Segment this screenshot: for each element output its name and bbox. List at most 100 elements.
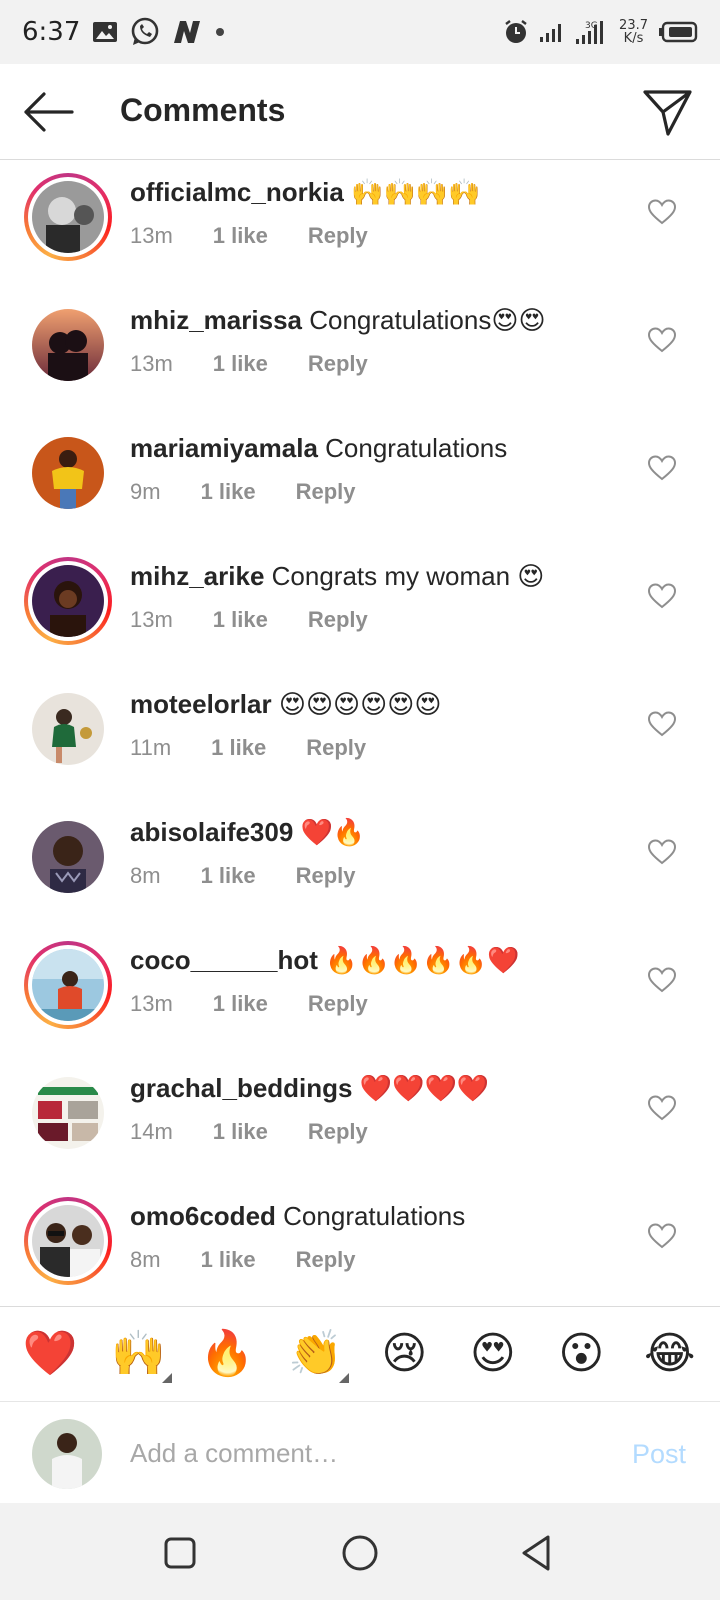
comment-text-line: abisolaife309 ❤️🔥 <box>130 817 650 848</box>
home-circle-icon[interactable] <box>338 1531 382 1575</box>
comment-meta: 8m 1 like Reply <box>130 1247 356 1273</box>
emoji-crying-button[interactable]: 😢 <box>369 1329 439 1379</box>
comment-time: 8m <box>130 863 161 888</box>
comment-username[interactable]: grachal_beddings <box>130 1073 353 1103</box>
reply-button[interactable]: Reply <box>296 863 356 889</box>
comment-meta: 13m 1 like Reply <box>130 607 368 633</box>
reply-button[interactable]: Reply <box>296 1247 356 1273</box>
comment-username[interactable]: mihz_arike <box>130 561 264 591</box>
emoji-quick-bar: ❤️ 🙌 🔥 👏 😢 😍 😮 😂 <box>0 1306 720 1402</box>
comment-username[interactable]: officialmc_norkia <box>130 177 344 207</box>
heart-icon[interactable] <box>648 839 676 865</box>
network-speed: 23.7 K/s <box>619 18 648 46</box>
battery-icon <box>659 21 698 43</box>
comment-likes[interactable]: 1 like <box>211 735 266 761</box>
reply-button[interactable]: Reply <box>308 351 368 377</box>
status-bar: 6:37 3G 23.7 K/s <box>0 0 720 64</box>
reply-button[interactable]: Reply <box>308 223 368 249</box>
comment-text-line: mihz_arike Congrats my woman 😍 <box>130 561 650 592</box>
comment-meta: 9m 1 like Reply <box>130 479 356 505</box>
comment-body: Congratulations <box>283 1201 466 1231</box>
emoji-heart-button[interactable]: ❤️ <box>15 1329 85 1379</box>
comment-composer: Post <box>0 1403 720 1503</box>
comment-username[interactable]: coco______hot <box>130 945 318 975</box>
comment-likes[interactable]: 1 like <box>213 1119 268 1145</box>
comment-username[interactable]: abisolaife309 <box>130 817 293 847</box>
story-ring[interactable] <box>24 1197 112 1285</box>
comment-item: grachal_beddings ❤️❤️❤️❤️ 14m 1 like Rep… <box>0 1057 720 1185</box>
signal-icon <box>540 24 562 42</box>
emoji-clap-button[interactable]: 👏 <box>281 1329 351 1383</box>
story-ring[interactable] <box>24 557 112 645</box>
reply-button[interactable]: Reply <box>296 479 356 505</box>
comment-meta: 13m 1 like Reply <box>130 223 368 249</box>
comment-username[interactable]: mhiz_marissa <box>130 305 302 335</box>
emoji-surprised-button[interactable]: 😮 <box>546 1329 616 1379</box>
app-header: Comments <box>0 64 720 160</box>
comment-username[interactable]: moteelorlar <box>130 689 272 719</box>
avatar <box>32 565 104 637</box>
comment-item: mhiz_marissa Congratulations😍😍 13m 1 lik… <box>0 289 720 417</box>
avatar <box>32 1205 104 1277</box>
skin-tone-indicator-icon <box>161 1373 172 1383</box>
heart-icon[interactable] <box>648 1223 676 1249</box>
heart-icon[interactable] <box>648 583 676 609</box>
comment-username[interactable]: mariamiyamala <box>130 433 318 463</box>
avatar-wrap[interactable] <box>24 1069 112 1157</box>
avatar <box>32 693 104 765</box>
story-ring[interactable] <box>24 173 112 261</box>
emoji-heart-eyes-button[interactable]: 😍 <box>458 1329 528 1379</box>
comment-time: 9m <box>130 479 161 504</box>
avatar-wrap[interactable] <box>24 813 112 901</box>
emoji-laughing-button[interactable]: 😂 <box>635 1329 705 1379</box>
comment-likes[interactable]: 1 like <box>201 863 256 889</box>
comment-meta: 14m 1 like Reply <box>130 1119 368 1145</box>
arrow-left-icon[interactable] <box>22 90 76 134</box>
comment-body: 🙌🙌🙌🙌 <box>351 177 481 207</box>
gallery-icon <box>93 22 118 42</box>
comment-item: coco______hot 🔥🔥🔥🔥🔥❤️ 13m 1 like Reply <box>0 929 720 1057</box>
comment-likes[interactable]: 1 like <box>213 351 268 377</box>
heart-icon[interactable] <box>648 455 676 481</box>
story-ring[interactable] <box>24 941 112 1029</box>
comment-body: Congrats my woman 😍 <box>271 561 545 591</box>
paper-plane-icon[interactable] <box>642 86 694 138</box>
post-button[interactable]: Post <box>632 1439 686 1470</box>
comment-body: ❤️❤️❤️❤️ <box>359 1073 490 1103</box>
heart-icon[interactable] <box>648 327 676 353</box>
comment-input[interactable] <box>130 1431 590 1475</box>
reply-button[interactable]: Reply <box>308 1119 368 1145</box>
comment-item: mihz_arike Congrats my woman 😍 13m 1 lik… <box>0 545 720 673</box>
whatsapp-icon <box>132 17 159 45</box>
comment-username[interactable]: omo6coded <box>130 1201 276 1231</box>
comment-text-line: mhiz_marissa Congratulations😍😍 <box>130 305 650 336</box>
avatar-wrap[interactable] <box>24 429 112 517</box>
comment-likes[interactable]: 1 like <box>201 1247 256 1273</box>
reply-button[interactable]: Reply <box>308 991 368 1017</box>
alarm-icon <box>505 20 527 43</box>
comment-time: 11m <box>130 735 172 760</box>
comment-time: 8m <box>130 1247 161 1272</box>
comments-list[interactable]: officialmc_norkia 🙌🙌🙌🙌 13m 1 like Reply … <box>0 161 720 1305</box>
avatar-wrap[interactable] <box>24 301 112 389</box>
emoji-fire-button[interactable]: 🔥 <box>192 1329 262 1379</box>
heart-icon[interactable] <box>648 711 676 737</box>
heart-icon[interactable] <box>648 199 676 225</box>
heart-icon[interactable] <box>648 1095 676 1121</box>
avatar <box>32 437 104 509</box>
reply-button[interactable]: Reply <box>308 607 368 633</box>
dot-icon <box>216 28 225 36</box>
back-triangle-icon[interactable] <box>516 1531 560 1575</box>
comment-body: 🔥🔥🔥🔥🔥❤️ <box>325 945 520 975</box>
comment-likes[interactable]: 1 like <box>213 991 268 1017</box>
avatar-wrap[interactable] <box>24 685 112 773</box>
comment-text-line: mariamiyamala Congratulations <box>130 433 650 464</box>
recents-square-icon[interactable] <box>158 1531 202 1575</box>
reply-button[interactable]: Reply <box>306 735 366 761</box>
comment-likes[interactable]: 1 like <box>213 607 268 633</box>
comment-text-line: coco______hot 🔥🔥🔥🔥🔥❤️ <box>130 945 650 976</box>
emoji-raised-hands-button[interactable]: 🙌 <box>104 1329 174 1383</box>
heart-icon[interactable] <box>648 967 676 993</box>
comment-likes[interactable]: 1 like <box>201 479 256 505</box>
comment-likes[interactable]: 1 like <box>213 223 268 249</box>
